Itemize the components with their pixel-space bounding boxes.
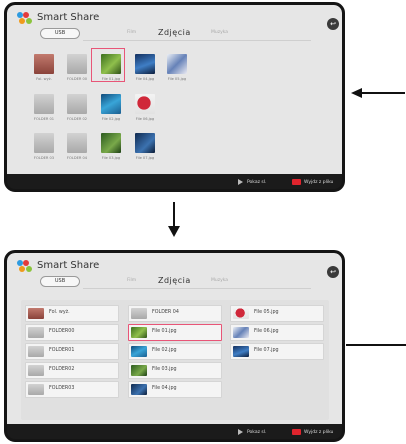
image-thumbnail <box>131 384 147 395</box>
pointer-arrow-line <box>361 92 405 94</box>
usb-source-button[interactable]: USB <box>40 28 80 39</box>
app-title: Smart Share <box>37 12 100 23</box>
list-item[interactable]: File 07.jpg <box>230 343 324 360</box>
slideshow-label: Pokaz sl. <box>247 429 267 435</box>
footer-bar: Pokaz sl. Wyjdz z pliku <box>7 424 342 439</box>
image-thumbnail <box>233 308 249 319</box>
app-title: Smart Share <box>37 260 100 271</box>
grid-item-label: File 07.jpg <box>135 156 155 160</box>
red-button-icon <box>292 179 301 185</box>
image-thumbnail[interactable] <box>135 133 155 153</box>
exit-label: Wyjdz z pliku <box>304 179 334 185</box>
image-thumbnail <box>233 327 249 338</box>
list-item-label: FOLDER02 <box>49 367 75 372</box>
list-item[interactable]: FOLDER02 <box>25 362 119 379</box>
folder-icon[interactable] <box>34 54 54 74</box>
slideshow-hint[interactable]: Pokaz sl. <box>238 178 266 186</box>
list-item[interactable]: File 01.jpg <box>128 324 222 341</box>
image-thumbnail[interactable] <box>167 54 187 74</box>
list-item[interactable]: File 04.jpg <box>128 381 222 398</box>
smart-share-logo-icon <box>17 260 34 274</box>
list-item[interactable]: File 02.jpg <box>128 343 222 360</box>
slideshow-label: Pokaz sl. <box>247 179 267 185</box>
back-button[interactable]: ↩ <box>327 18 339 30</box>
tab-film[interactable]: Film <box>127 278 136 283</box>
folder-icon <box>28 308 44 319</box>
list-item[interactable]: FOLDER00 <box>25 324 119 341</box>
list-item-label: File 05.jpg <box>254 310 279 315</box>
list-item[interactable]: FOLDER 04 <box>128 305 222 322</box>
play-icon <box>238 179 243 185</box>
list-item-label: File 04.jpg <box>152 386 177 391</box>
tab-photos[interactable]: Zdjęcia <box>158 276 191 285</box>
file-list-panel: Fol. wyż. FOLDER00 FOLDER01 FOLDER02 FOLDER0… <box>21 300 329 420</box>
list-item-label: File 02.jpg <box>152 348 177 353</box>
list-item-label: File 07.jpg <box>254 348 279 353</box>
list-item-label: File 03.jpg <box>152 367 177 372</box>
image-thumbnail[interactable] <box>101 94 121 114</box>
list-item-label: File 01.jpg <box>152 329 177 334</box>
list-item-label: FOLDER 04 <box>152 310 179 315</box>
smart-share-logo-icon <box>17 12 34 26</box>
folder-icon <box>28 384 44 395</box>
list-item-label: Fol. wyż. <box>49 310 70 315</box>
tv-screen-list-view: Smart Share USB Film Zdjęcia Muzyka ↩ Fo… <box>4 250 345 442</box>
image-thumbnail <box>131 346 147 357</box>
folder-icon[interactable] <box>34 133 54 153</box>
down-arrow-line <box>173 202 175 227</box>
footer-bar: Pokaz sl. Wyjdz z pliku <box>7 174 342 189</box>
image-thumbnail[interactable] <box>135 94 155 114</box>
red-button-icon <box>292 429 301 435</box>
list-item[interactable]: Fol. wyż. <box>25 305 119 322</box>
tab-photos[interactable]: Zdjęcia <box>158 28 191 37</box>
list-item[interactable]: File 03.jpg <box>128 362 222 379</box>
exit-hint[interactable]: Wyjdz z pliku <box>292 178 333 186</box>
image-thumbnail[interactable] <box>135 54 155 74</box>
down-arrow-icon <box>168 226 180 237</box>
folder-icon[interactable] <box>67 94 87 114</box>
smart-share-screen: Smart Share USB Film Zdjęcia Muzyka ↩ Fo… <box>7 5 342 174</box>
list-item[interactable]: FOLDER03 <box>25 381 119 398</box>
slideshow-hint[interactable]: Pokaz sl. <box>238 428 266 436</box>
tab-music[interactable]: Muzyka <box>211 278 228 283</box>
folder-icon[interactable] <box>67 54 87 74</box>
tv-screen-grid-view: Smart Share USB Film Zdjęcia Muzyka ↩ Fo… <box>4 2 345 192</box>
grid-item-label: File 06.jpg <box>135 117 155 121</box>
tab-film[interactable]: Film <box>127 30 136 35</box>
list-item[interactable]: File 06.jpg <box>230 324 324 341</box>
callout-line <box>346 344 406 346</box>
folder-icon[interactable] <box>67 133 87 153</box>
list-item[interactable]: FOLDER01 <box>25 343 119 360</box>
exit-hint[interactable]: Wyjdz z pliku <box>292 428 333 436</box>
grid-item-label: File 05.jpg <box>167 77 187 81</box>
back-button[interactable]: ↩ <box>327 266 339 278</box>
usb-source-button[interactable]: USB <box>40 276 80 287</box>
image-thumbnail <box>233 346 249 357</box>
folder-icon <box>28 346 44 357</box>
list-item[interactable]: File 05.jpg <box>230 305 324 322</box>
exit-label: Wyjdz z pliku <box>304 429 334 435</box>
list-item-label: FOLDER03 <box>49 386 75 391</box>
image-thumbnail[interactable] <box>101 133 121 153</box>
selection-highlight <box>91 48 125 82</box>
folder-icon <box>28 327 44 338</box>
play-icon <box>238 429 243 435</box>
folder-icon <box>28 365 44 376</box>
image-thumbnail <box>131 365 147 376</box>
tab-music[interactable]: Muzyka <box>211 30 228 35</box>
folder-icon <box>131 308 147 319</box>
list-item-label: FOLDER00 <box>49 329 75 334</box>
tab-underline <box>83 40 311 41</box>
list-item-label: File 06.jpg <box>254 329 279 334</box>
folder-icon[interactable] <box>34 94 54 114</box>
image-thumbnail <box>131 327 147 338</box>
list-item-label: FOLDER01 <box>49 348 75 353</box>
tab-underline <box>83 288 311 289</box>
smart-share-screen: Smart Share USB Film Zdjęcia Muzyka ↩ Fo… <box>7 253 342 424</box>
